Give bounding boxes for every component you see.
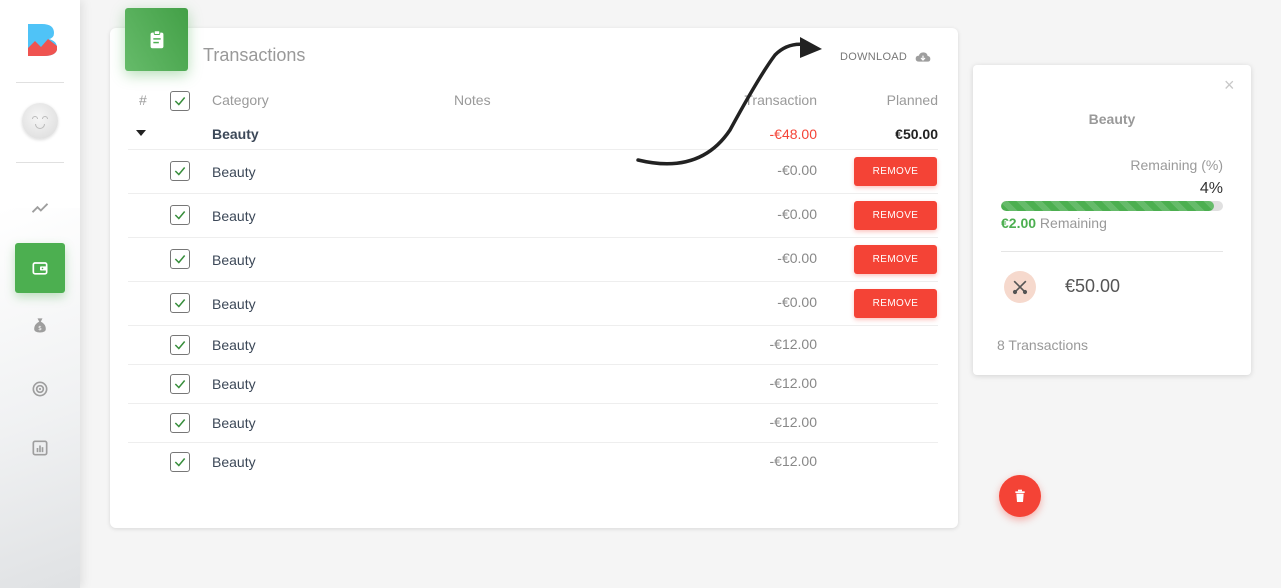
row-category: Beauty (212, 454, 256, 470)
row-divider (128, 403, 938, 404)
col-category[interactable]: Category (212, 92, 269, 108)
row-checkbox[interactable] (170, 413, 190, 433)
trending-up-icon (31, 203, 49, 213)
check-icon (174, 458, 186, 467)
row-amount: -€0.00 (777, 206, 817, 222)
row-divider (128, 281, 938, 282)
row-checkbox[interactable] (170, 335, 190, 355)
group-transaction-total: -€48.00 (769, 126, 817, 142)
nav-item-reports[interactable] (15, 423, 65, 473)
remaining-amount-text: €2.00 Remaining (1001, 215, 1107, 231)
row-category: Beauty (212, 208, 256, 224)
check-icon (174, 380, 186, 389)
row-category: Beauty (212, 376, 256, 392)
delete-button[interactable] (999, 475, 1041, 517)
remove-button[interactable]: REMOVE (854, 201, 937, 230)
progress-fill (1001, 201, 1215, 211)
row-amount: -€0.00 (777, 162, 817, 178)
clipboard-icon (150, 29, 163, 48)
row-checkbox[interactable] (170, 249, 190, 269)
row-amount: -€12.00 (769, 336, 817, 352)
row-divider (128, 325, 938, 326)
select-all-checkbox[interactable] (170, 91, 190, 111)
app-logo[interactable] (24, 20, 60, 56)
nav-item-savings[interactable]: $ (15, 300, 65, 350)
transactions-count: 8 Transactions (997, 337, 1089, 353)
beauty-category-icon (1004, 271, 1036, 303)
bar-chart-icon (32, 440, 48, 456)
scissors-icon (1012, 280, 1028, 295)
download-button[interactable]: DOWNLOAD (840, 51, 931, 63)
money-bag-icon: $ (34, 318, 46, 333)
close-icon[interactable]: × (1224, 75, 1235, 96)
col-planned[interactable]: Planned (887, 92, 938, 108)
check-icon (174, 341, 186, 350)
row-amount: -€12.00 (769, 453, 817, 469)
panel-title: Beauty (1088, 111, 1136, 127)
planned-amount: €50.00 (1065, 276, 1121, 296)
col-index: # (139, 92, 147, 108)
row-category: Beauty (212, 337, 256, 353)
download-label: DOWNLOAD (840, 51, 908, 63)
remaining-amount: €2.00 (1001, 215, 1037, 231)
check-icon (174, 211, 186, 220)
row-divider (128, 149, 938, 150)
avatar[interactable] (22, 103, 58, 139)
collapse-caret-icon[interactable] (136, 130, 146, 136)
budget-progress-bar (1001, 201, 1223, 211)
remaining-percent: 4% (1199, 180, 1223, 197)
sidebar-divider (16, 82, 64, 83)
remove-button[interactable]: REMOVE (854, 289, 937, 318)
row-checkbox[interactable] (170, 374, 190, 394)
trash-icon (1015, 489, 1025, 502)
cloud-download-icon (915, 52, 931, 62)
remove-button[interactable]: REMOVE (854, 245, 937, 274)
card-header-icon (125, 8, 188, 71)
row-divider (128, 193, 938, 194)
remaining-suffix: Remaining (1036, 215, 1107, 231)
row-divider (128, 442, 938, 443)
sidebar-divider (16, 162, 64, 163)
nav-item-goals[interactable] (15, 364, 65, 414)
group-planned-total: €50.00 (895, 126, 938, 142)
panel-divider (1001, 251, 1223, 252)
nav-item-trends[interactable] (15, 183, 65, 233)
row-checkbox[interactable] (170, 452, 190, 472)
row-amount: -€0.00 (777, 250, 817, 266)
remove-button[interactable]: REMOVE (854, 157, 937, 186)
svg-text:$: $ (38, 326, 42, 332)
row-category: Beauty (212, 164, 256, 180)
card-title: Transactions (203, 45, 306, 65)
nav-item-wallet[interactable] (15, 243, 65, 293)
col-transaction[interactable]: Transaction (744, 92, 817, 108)
row-amount: -€12.00 (769, 414, 817, 430)
row-divider (128, 364, 938, 365)
row-divider (128, 237, 938, 238)
row-category: Beauty (212, 415, 256, 431)
group-category: Beauty (212, 126, 259, 142)
check-icon (174, 167, 186, 176)
row-amount: -€0.00 (777, 294, 817, 310)
remaining-label: Remaining (%) (1130, 157, 1223, 173)
row-category: Beauty (212, 296, 256, 312)
check-icon (174, 255, 186, 264)
row-category: Beauty (212, 252, 256, 268)
check-icon (174, 419, 186, 428)
check-icon (174, 97, 186, 106)
row-checkbox[interactable] (170, 205, 190, 225)
row-checkbox[interactable] (170, 161, 190, 181)
row-checkbox[interactable] (170, 293, 190, 313)
row-amount: -€12.00 (769, 375, 817, 391)
target-icon (32, 381, 48, 397)
col-notes[interactable]: Notes (454, 92, 491, 108)
sidebar: $ (0, 0, 80, 588)
wallet-icon (32, 262, 48, 275)
check-icon (174, 299, 186, 308)
